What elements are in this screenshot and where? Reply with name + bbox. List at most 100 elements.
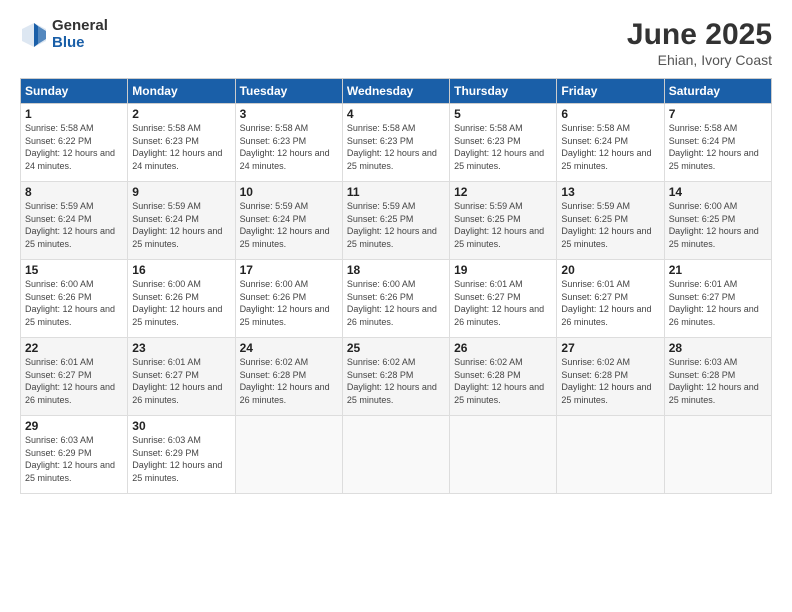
table-cell: 3Sunrise: 5:58 AMSunset: 6:23 PMDaylight… [235, 104, 342, 182]
day-number: 6 [561, 107, 659, 121]
day-number: 10 [240, 185, 338, 199]
day-number: 23 [132, 341, 230, 355]
table-cell: 17 Sunrise: 6:00 AMSunset: 6:26 PMDayligh… [235, 260, 342, 338]
day-info: Sunrise: 5:58 AMSunset: 6:24 PMDaylight:… [561, 123, 651, 171]
table-cell: 2 Sunrise: 5:58 AMSunset: 6:23 PMDaylight… [128, 104, 235, 182]
day-number: 1 [25, 107, 123, 121]
table-cell: 13 Sunrise: 5:59 AMSunset: 6:25 PMDayligh… [557, 182, 664, 260]
title-location: Ehian, Ivory Coast [627, 52, 772, 68]
day-number: 27 [561, 341, 659, 355]
day-info: Sunrise: 6:01 AMSunset: 6:27 PMDaylight:… [454, 279, 544, 327]
day-number: 19 [454, 263, 552, 277]
table-cell: 25 Sunrise: 6:02 AMSunset: 6:28 PMDayligh… [342, 338, 449, 416]
table-cell: 10Sunrise: 5:59 AMSunset: 6:24 PMDayligh… [235, 182, 342, 260]
day-info: Sunrise: 5:58 AMSunset: 6:23 PMDaylight:… [132, 123, 222, 171]
table-cell: 21Sunrise: 6:01 AMSunset: 6:27 PMDayligh… [664, 260, 771, 338]
table-cell [450, 416, 557, 494]
table-cell: 27 Sunrise: 6:02 AMSunset: 6:28 PMDayligh… [557, 338, 664, 416]
day-info: Sunrise: 5:58 AMSunset: 6:22 PMDaylight:… [25, 123, 115, 171]
day-number: 15 [25, 263, 123, 277]
week-row-5: 29 Sunrise: 6:03 AMSunset: 6:29 PMDayligh… [21, 416, 772, 494]
header-saturday: Saturday [664, 79, 771, 104]
table-cell: 9 Sunrise: 5:59 AMSunset: 6:24 PMDaylight… [128, 182, 235, 260]
table-cell: 16Sunrise: 6:00 AMSunset: 6:26 PMDayligh… [128, 260, 235, 338]
day-info: Sunrise: 5:58 AMSunset: 6:24 PMDaylight:… [669, 123, 759, 171]
day-number: 13 [561, 185, 659, 199]
day-info: Sunrise: 5:58 AMSunset: 6:23 PMDaylight:… [240, 123, 330, 171]
day-number: 18 [347, 263, 445, 277]
day-info: Sunrise: 6:01 AMSunset: 6:27 PMDaylight:… [669, 279, 759, 327]
logo: General Blue [20, 18, 108, 51]
table-cell: 1 Sunrise: 5:58 AMSunset: 6:22 PMDaylight… [21, 104, 128, 182]
header-thursday: Thursday [450, 79, 557, 104]
day-number: 4 [347, 107, 445, 121]
day-info: Sunrise: 6:00 AMSunset: 6:26 PMDaylight:… [347, 279, 437, 327]
logo-text: General Blue [52, 18, 108, 51]
calendar-page: General Blue June 2025 Ehian, Ivory Coas… [0, 0, 792, 612]
header: General Blue June 2025 Ehian, Ivory Coas… [20, 18, 772, 68]
day-number: 17 [240, 263, 338, 277]
week-row-4: 22Sunrise: 6:01 AMSunset: 6:27 PMDayligh… [21, 338, 772, 416]
day-info: Sunrise: 6:00 AMSunset: 6:26 PMDaylight:… [25, 279, 115, 327]
days-header-row: Sunday Monday Tuesday Wednesday Thursday… [21, 79, 772, 104]
table-cell: 28 Sunrise: 6:03 AMSunset: 6:28 PMDayligh… [664, 338, 771, 416]
week-row-2: 8 Sunrise: 5:59 AMSunset: 6:24 PMDaylight… [21, 182, 772, 260]
week-row-3: 15 Sunrise: 6:00 AMSunset: 6:26 PMDayligh… [21, 260, 772, 338]
table-cell: 6 Sunrise: 5:58 AMSunset: 6:24 PMDaylight… [557, 104, 664, 182]
day-info: Sunrise: 6:02 AMSunset: 6:28 PMDaylight:… [240, 357, 330, 405]
title-month: June 2025 [627, 18, 772, 52]
day-info: Sunrise: 6:01 AMSunset: 6:27 PMDaylight:… [561, 279, 651, 327]
day-number: 11 [347, 185, 445, 199]
logo-blue: Blue [52, 35, 108, 52]
day-number: 25 [347, 341, 445, 355]
day-number: 12 [454, 185, 552, 199]
day-number: 7 [669, 107, 767, 121]
day-info: Sunrise: 5:59 AMSunset: 6:25 PMDaylight:… [561, 201, 651, 249]
table-cell: 23 Sunrise: 6:01 AMSunset: 6:27 PMDayligh… [128, 338, 235, 416]
header-sunday: Sunday [21, 79, 128, 104]
day-info: Sunrise: 5:59 AMSunset: 6:25 PMDaylight:… [454, 201, 544, 249]
day-info: Sunrise: 6:03 AMSunset: 6:28 PMDaylight:… [669, 357, 759, 405]
table-cell: 22Sunrise: 6:01 AMSunset: 6:27 PMDayligh… [21, 338, 128, 416]
table-cell: 7 Sunrise: 5:58 AMSunset: 6:24 PMDaylight… [664, 104, 771, 182]
table-cell: 29 Sunrise: 6:03 AMSunset: 6:29 PMDayligh… [21, 416, 128, 494]
day-number: 30 [132, 419, 230, 433]
table-cell: 20 Sunrise: 6:01 AMSunset: 6:27 PMDayligh… [557, 260, 664, 338]
table-cell: 19 Sunrise: 6:01 AMSunset: 6:27 PMDayligh… [450, 260, 557, 338]
table-cell: 18 Sunrise: 6:00 AMSunset: 6:26 PMDayligh… [342, 260, 449, 338]
table-cell: 24Sunrise: 6:02 AMSunset: 6:28 PMDayligh… [235, 338, 342, 416]
day-number: 26 [454, 341, 552, 355]
table-cell: 8Sunrise: 5:59 AMSunset: 6:24 PMDaylight… [21, 182, 128, 260]
day-info: Sunrise: 6:03 AMSunset: 6:29 PMDaylight:… [25, 435, 115, 483]
day-number: 14 [669, 185, 767, 199]
table-cell: 14Sunrise: 6:00 AMSunset: 6:25 PMDayligh… [664, 182, 771, 260]
day-number: 2 [132, 107, 230, 121]
logo-icon [20, 21, 48, 49]
table-cell: 30 Sunrise: 6:03 AMSunset: 6:29 PMDayligh… [128, 416, 235, 494]
week-row-1: 1 Sunrise: 5:58 AMSunset: 6:22 PMDaylight… [21, 104, 772, 182]
header-tuesday: Tuesday [235, 79, 342, 104]
header-monday: Monday [128, 79, 235, 104]
day-number: 16 [132, 263, 230, 277]
day-info: Sunrise: 6:01 AMSunset: 6:27 PMDaylight:… [132, 357, 222, 405]
day-number: 20 [561, 263, 659, 277]
header-friday: Friday [557, 79, 664, 104]
day-info: Sunrise: 6:01 AMSunset: 6:27 PMDaylight:… [25, 357, 115, 405]
day-info: Sunrise: 5:58 AMSunset: 6:23 PMDaylight:… [454, 123, 544, 171]
table-cell: 4Sunrise: 5:58 AMSunset: 6:23 PMDaylight… [342, 104, 449, 182]
day-info: Sunrise: 6:00 AMSunset: 6:26 PMDaylight:… [240, 279, 330, 327]
table-cell: 12 Sunrise: 5:59 AMSunset: 6:25 PMDayligh… [450, 182, 557, 260]
day-number: 5 [454, 107, 552, 121]
day-number: 9 [132, 185, 230, 199]
day-info: Sunrise: 6:03 AMSunset: 6:29 PMDaylight:… [132, 435, 222, 483]
day-number: 28 [669, 341, 767, 355]
table-cell [235, 416, 342, 494]
day-info: Sunrise: 5:59 AMSunset: 6:25 PMDaylight:… [347, 201, 437, 249]
day-info: Sunrise: 6:02 AMSunset: 6:28 PMDaylight:… [347, 357, 437, 405]
table-cell [664, 416, 771, 494]
day-info: Sunrise: 6:02 AMSunset: 6:28 PMDaylight:… [561, 357, 651, 405]
day-number: 8 [25, 185, 123, 199]
day-number: 29 [25, 419, 123, 433]
title-block: June 2025 Ehian, Ivory Coast [627, 18, 772, 68]
day-info: Sunrise: 5:59 AMSunset: 6:24 PMDaylight:… [132, 201, 222, 249]
